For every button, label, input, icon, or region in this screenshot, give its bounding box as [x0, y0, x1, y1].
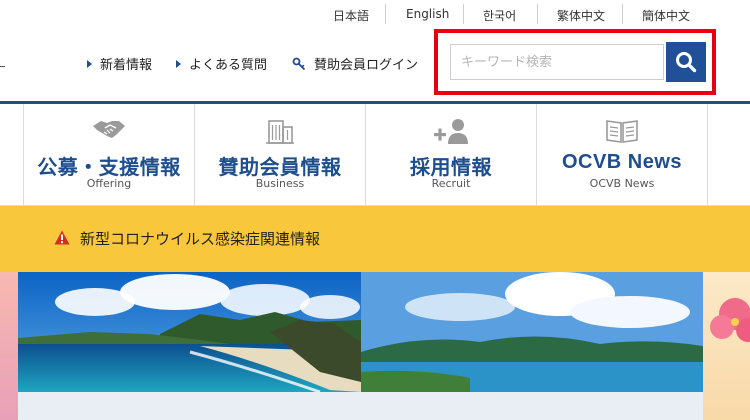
- category-recruit[interactable]: 採用情報 Recruit: [366, 104, 537, 205]
- category-offering-label: 公募・支援情報: [37, 155, 181, 179]
- hero-slider: [0, 272, 750, 420]
- add-person-icon: [434, 119, 468, 144]
- book-icon: [606, 120, 638, 143]
- hero-beach-image: [0, 272, 750, 420]
- category-ocvb-news-sub: OCVB News: [589, 177, 655, 190]
- news-link[interactable]: 新着情報: [87, 54, 152, 73]
- search-highlight-box: [434, 29, 716, 95]
- language-bar: 日本語 English 한국어 繁体中文 簡体中文: [0, 0, 750, 30]
- arrow-right-icon: [87, 59, 92, 68]
- key-icon: [292, 57, 306, 70]
- lang-divider: [622, 4, 623, 24]
- lang-traditional-chinese[interactable]: 繁体中文: [557, 7, 605, 24]
- member-login-link[interactable]: 賛助会員ログイン: [292, 54, 418, 73]
- category-business[interactable]: 賛助会員情報 Business: [195, 104, 366, 205]
- category-nav: 公募・支援情報 Offering 賛助会員情報 Business 採用情報 Re…: [0, 104, 750, 206]
- covid-alert-banner[interactable]: 新型コロナウイルス感染症関連情報: [0, 206, 750, 272]
- search-button[interactable]: [666, 42, 706, 82]
- building-icon: [266, 120, 294, 144]
- search-icon: [676, 52, 697, 73]
- category-ocvb-news[interactable]: OCVB News OCVB News: [537, 104, 708, 205]
- lang-divider: [537, 4, 538, 24]
- category-recruit-sub: Recruit: [431, 177, 471, 190]
- category-recruit-label: 採用情報: [410, 155, 492, 179]
- news-link-label: 新着情報: [100, 58, 153, 73]
- lang-divider: [385, 4, 386, 24]
- category-business-sub: Business: [255, 177, 305, 190]
- lang-korean[interactable]: 한국어: [483, 7, 516, 24]
- category-ocvb-news-label: OCVB News: [561, 151, 683, 173]
- member-login-label: 賛助会員ログイン: [314, 58, 419, 73]
- lang-simplified-chinese[interactable]: 簡体中文: [642, 7, 690, 24]
- handshake-icon: [93, 121, 125, 138]
- lang-english[interactable]: English: [406, 7, 449, 21]
- category-business-label: 賛助会員情報: [218, 155, 342, 179]
- header-stub: [0, 66, 5, 67]
- lang-japanese[interactable]: 日本語: [333, 7, 369, 24]
- category-offering-sub: Offering: [86, 177, 132, 190]
- category-offering[interactable]: 公募・支援情報 Offering: [23, 104, 195, 205]
- alert-text: 新型コロナウイルス感染症関連情報: [80, 230, 321, 248]
- faq-link-label: よくある質問: [189, 58, 268, 73]
- arrow-right-icon: [176, 59, 181, 68]
- search-input[interactable]: [450, 44, 664, 80]
- lang-divider: [463, 4, 464, 24]
- faq-link[interactable]: よくある質問: [176, 54, 267, 73]
- warning-icon: [54, 230, 70, 245]
